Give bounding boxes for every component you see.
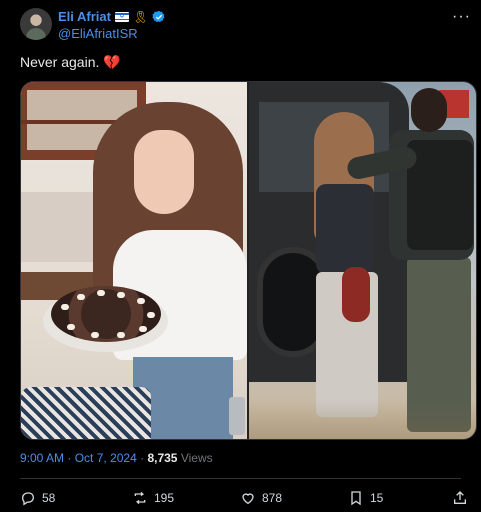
girl-face: [134, 130, 194, 214]
media-photo-left[interactable]: [21, 82, 247, 439]
author-handle[interactable]: @EliAfriatISR: [58, 26, 138, 41]
action-bar: 58 195 878 15: [20, 490, 471, 508]
tweet: Eli Afriat ✡ 🎗 @EliAfriatISR ··· Never a…: [0, 0, 481, 512]
yellow-ribbon-icon: 🎗: [132, 9, 149, 24]
soldier-vest: [407, 140, 473, 250]
cake-decoration: [117, 332, 125, 338]
tweet-time[interactable]: 9:00 AM: [20, 451, 64, 465]
cake-decoration: [117, 292, 125, 298]
repost-icon: [134, 491, 146, 505]
share-button[interactable]: [452, 490, 468, 506]
cake-decoration: [139, 326, 147, 332]
meta-separator: ·: [67, 451, 72, 465]
tweet-date[interactable]: Oct 7, 2024: [75, 451, 137, 465]
cake-decoration: [77, 294, 85, 300]
share-icon: [454, 491, 466, 504]
cake-decoration: [61, 304, 69, 310]
bookmark-icon: [351, 491, 361, 506]
repost-button[interactable]: 195: [132, 490, 174, 506]
like-icon: [242, 493, 254, 505]
reply-icon: [21, 492, 35, 506]
author-display-name[interactable]: Eli Afriat: [58, 9, 111, 24]
tweet-text: Never again. 💔: [20, 54, 121, 71]
tweet-meta: 9:00 AM · Oct 7, 2024 · 8,735 Views: [20, 451, 213, 465]
verified-badge-icon: [152, 10, 165, 22]
views-count: 8,735: [147, 451, 178, 465]
repost-count: 195: [154, 491, 175, 505]
soldier-figure: [345, 82, 474, 439]
chocolate-cake: [51, 286, 161, 342]
bookmark-button[interactable]: 15: [348, 490, 383, 506]
drink-can: [229, 397, 245, 435]
bookmark-count: 15: [370, 491, 384, 505]
soldier-head: [411, 88, 447, 132]
tweet-media[interactable]: [20, 81, 477, 440]
avatar[interactable]: [20, 8, 52, 40]
like-button[interactable]: 878: [240, 490, 282, 506]
like-count: 878: [262, 491, 283, 505]
broken-heart-icon: 💔: [103, 54, 121, 70]
cake-decoration: [91, 332, 99, 338]
cake-decoration: [137, 298, 145, 304]
more-icon[interactable]: ···: [452, 8, 471, 26]
cake-decoration: [147, 312, 155, 318]
author-row: Eli Afriat ✡ 🎗: [58, 9, 166, 24]
views-label: Views: [180, 451, 213, 465]
woven-bag: [21, 387, 151, 439]
israel-flag-icon: ✡: [114, 11, 129, 22]
media-photo-right[interactable]: [249, 82, 476, 439]
meta-separator: ·: [140, 451, 145, 465]
cake-decoration: [67, 324, 75, 330]
tweet-text-body: Never again.: [20, 54, 100, 70]
cake-decoration: [97, 290, 105, 296]
reply-count: 58: [42, 491, 56, 505]
reply-button[interactable]: 58: [20, 490, 55, 506]
divider: [20, 478, 461, 479]
ground: [249, 399, 476, 439]
